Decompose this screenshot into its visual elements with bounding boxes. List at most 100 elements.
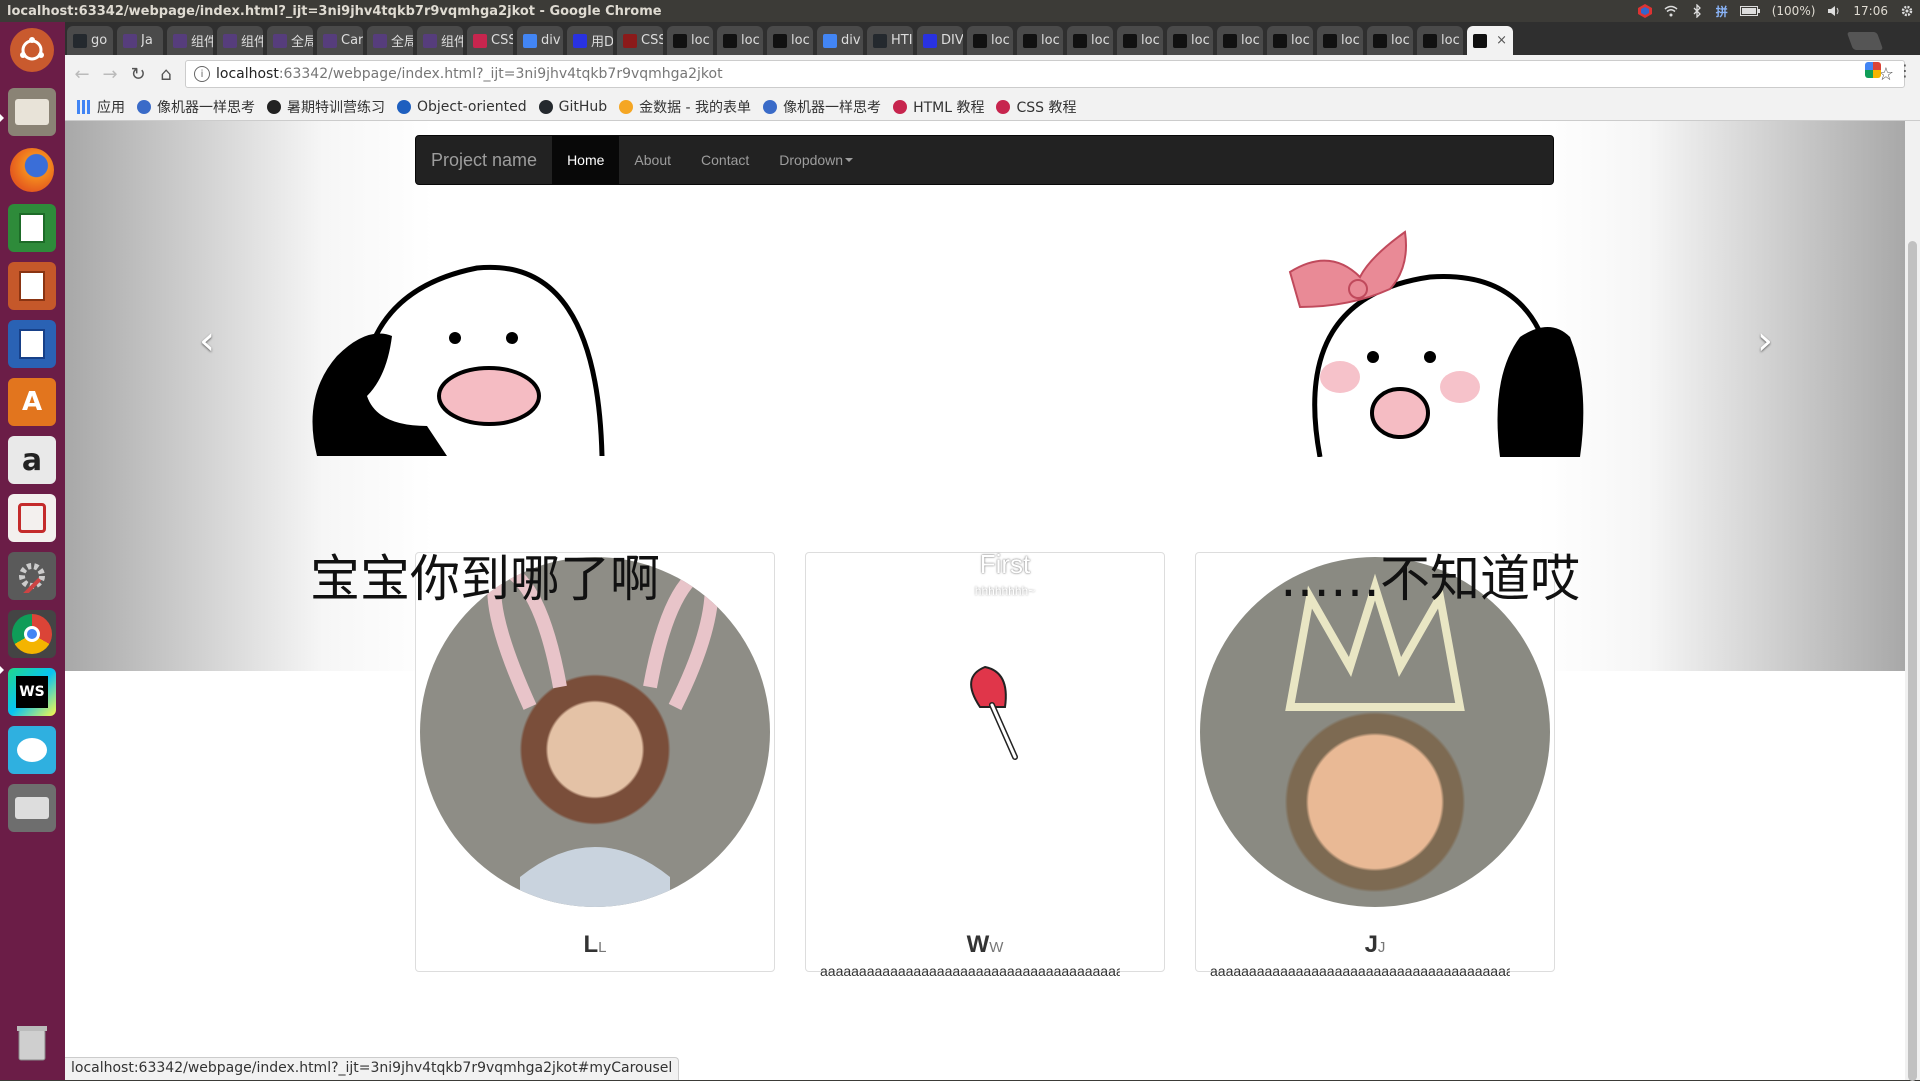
files-icon[interactable] (8, 88, 56, 136)
battery-icon[interactable] (1739, 5, 1760, 17)
browser-tab[interactable]: loc (1217, 26, 1263, 55)
webstorm-icon (723, 33, 737, 48)
browser-tab[interactable]: loc (1367, 26, 1413, 55)
browser-tab[interactable]: loc (1067, 26, 1113, 55)
browser-tab[interactable]: loc (767, 26, 813, 55)
browser-tab[interactable]: loc (717, 26, 763, 55)
bookmark-item[interactable]: 金数据 - 我的表单 (619, 97, 751, 117)
bookmark-item[interactable]: 像机器一样思考 (137, 97, 255, 117)
thumbnail-name-3-small: J (1377, 939, 1386, 956)
address-bar[interactable]: i localhost:63342/webpage/index.html?_ij… (185, 60, 1905, 88)
wifi-icon[interactable] (1664, 4, 1678, 18)
bookmark-item[interactable]: HTML 教程 (893, 97, 984, 117)
site-icon (397, 99, 411, 114)
trash-icon[interactable] (8, 1018, 56, 1066)
tab-title: loc (1291, 33, 1310, 48)
bootstrap-icon (123, 33, 137, 48)
bookmark-label: CSS 教程 (1016, 99, 1077, 116)
navbar-brand[interactable]: Project name (416, 136, 552, 184)
browser-tab[interactable]: loc (1167, 26, 1213, 55)
bookmark-label: 像机器一样思考 (157, 99, 255, 116)
browser-tab[interactable]: 组件 (417, 26, 463, 55)
site-info-icon[interactable]: i (194, 66, 210, 82)
bookmark-item[interactable]: 应用 (77, 97, 125, 117)
app-indicator-icon[interactable] (1637, 4, 1652, 18)
volume-icon[interactable] (1827, 4, 1841, 18)
drive-icon[interactable] (8, 784, 56, 832)
nav-home[interactable]: Home (552, 136, 620, 184)
nav-dropdown[interactable]: Dropdown (764, 136, 868, 184)
carousel-prev-chevron-icon[interactable]: ‹ (187, 318, 227, 364)
libreoffice-calc-icon[interactable] (8, 204, 56, 252)
browser-tab[interactable]: go (67, 26, 113, 55)
tab-close-icon[interactable]: × (1496, 33, 1507, 48)
reload-icon[interactable]: ↻ (127, 63, 149, 85)
browser-tab[interactable]: × (1467, 26, 1513, 55)
amazon-icon[interactable]: a (8, 436, 56, 484)
webstorm-icon (1423, 33, 1437, 48)
browser-tab[interactable]: loc (1017, 26, 1063, 55)
tab-title: loc (991, 33, 1010, 48)
site-icon (763, 99, 778, 114)
bookmarks-bar: 应用 像机器一样思考 暑期特训营练习 Object-oriented GitHub 金数据… (65, 93, 1920, 121)
browser-tab[interactable]: div (517, 26, 563, 55)
libreoffice-impress-icon[interactable] (8, 262, 56, 310)
webstorm-icon (1173, 33, 1187, 48)
back-arrow-icon[interactable]: ← (71, 63, 93, 85)
browser-tab[interactable]: loc (967, 26, 1013, 55)
bookmark-item[interactable]: 像机器一样思考 (763, 97, 881, 117)
chrome-menu-icon[interactable]: ⋮ (1897, 61, 1913, 80)
browser-tab[interactable]: loc (667, 26, 713, 55)
browser-tab[interactable]: 组件 (167, 26, 213, 55)
home-icon[interactable]: ⌂ (155, 63, 177, 85)
system-settings-icon[interactable] (8, 552, 56, 600)
forward-arrow-icon[interactable]: → (99, 63, 121, 85)
software-center-icon[interactable]: A (8, 378, 56, 426)
bluetooth-icon[interactable] (1690, 4, 1704, 18)
libreoffice-writer-icon[interactable] (8, 320, 56, 368)
browser-tab[interactable]: 组件 (217, 26, 263, 55)
page-scrollbar[interactable] (1905, 121, 1920, 1081)
browser-toolbar: ← → ↻ ⌂ i localhost:63342/webpage/index.… (65, 55, 1920, 93)
bookmark-item[interactable]: Object-oriented (397, 99, 527, 115)
settings-gear-icon[interactable] (1900, 4, 1914, 18)
bookmark-item[interactable]: 暑期特训营练习 (267, 97, 385, 117)
clock[interactable]: 17:06 (1853, 4, 1888, 18)
scrollbar-thumb[interactable] (1908, 241, 1917, 1081)
chrome-icon[interactable] (8, 610, 56, 658)
thumbnail-name-2: WW (806, 931, 1164, 959)
nav-contact[interactable]: Contact (686, 136, 764, 184)
webstorm-icon (1123, 33, 1137, 48)
browser-tab[interactable]: 用D (567, 26, 613, 55)
webstorm-icon[interactable]: WS (8, 668, 56, 716)
browser-tab[interactable]: DIV (917, 26, 963, 55)
browser-tab[interactable]: loc (1417, 26, 1463, 55)
browser-tab[interactable]: CSS (617, 26, 663, 55)
carousel-next-chevron-icon[interactable]: › (1745, 318, 1785, 364)
browser-tab[interactable]: 全局 (367, 26, 413, 55)
browser-tab[interactable]: HTI (867, 26, 913, 55)
firefox-icon[interactable] (8, 146, 56, 194)
browser-tab[interactable]: loc (1267, 26, 1313, 55)
wechat-icon[interactable] (8, 726, 56, 774)
ubuntu-dash-icon[interactable] (10, 28, 54, 72)
browser-tab[interactable]: loc (1317, 26, 1363, 55)
tab-title: 全局 (391, 35, 413, 50)
browser-tab[interactable]: Car (317, 26, 363, 55)
w3school-icon (473, 33, 487, 48)
thumbnail-name-3: JJ (1196, 931, 1554, 959)
browser-tab[interactable]: CSS (467, 26, 513, 55)
document-viewer-icon[interactable] (8, 494, 56, 542)
bookmark-item[interactable]: GitHub (538, 99, 607, 115)
input-method-icon[interactable]: 拼 (1716, 3, 1728, 20)
bookmark-item[interactable]: CSS 教程 (996, 97, 1076, 117)
nav-about[interactable]: About (619, 136, 686, 184)
bookmark-label: 金数据 - 我的表单 (639, 99, 752, 116)
extension-icon[interactable] (1865, 62, 1883, 80)
browser-tab[interactable]: Ja (117, 26, 163, 55)
browser-tab[interactable]: 全局 (267, 26, 313, 55)
new-tab-button[interactable] (1846, 32, 1884, 50)
tab-title: 组件 (241, 35, 263, 50)
browser-tab[interactable]: div (817, 26, 863, 55)
browser-tab[interactable]: loc (1117, 26, 1163, 55)
